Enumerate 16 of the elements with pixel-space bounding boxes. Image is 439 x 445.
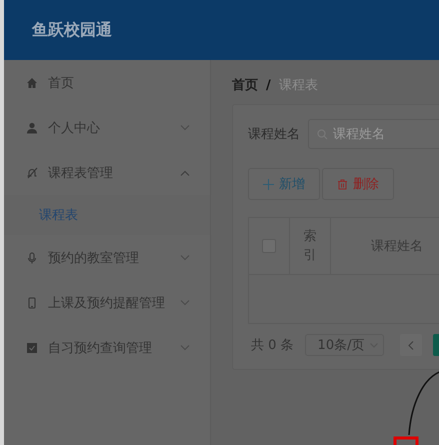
home-icon bbox=[26, 76, 38, 88]
add-button[interactable]: 新增 bbox=[248, 168, 320, 200]
previous-page-button[interactable] bbox=[400, 334, 422, 356]
app-title: 鱼跃校园通 bbox=[32, 20, 112, 40]
microphone-icon bbox=[26, 252, 38, 264]
search-label: 课程姓名 bbox=[248, 126, 300, 143]
phone-icon bbox=[26, 296, 38, 308]
delete-button[interactable]: 删除 bbox=[322, 168, 394, 200]
chevron-left-icon bbox=[408, 340, 414, 350]
trash-icon bbox=[337, 178, 348, 190]
checkbox-icon bbox=[26, 342, 38, 354]
plus-icon bbox=[263, 178, 274, 190]
user-icon bbox=[26, 122, 38, 134]
bell-slash-icon bbox=[26, 166, 38, 178]
breadcrumb-item[interactable]: 首页 bbox=[232, 76, 258, 94]
breadcrumb-separator: / bbox=[266, 78, 271, 92]
